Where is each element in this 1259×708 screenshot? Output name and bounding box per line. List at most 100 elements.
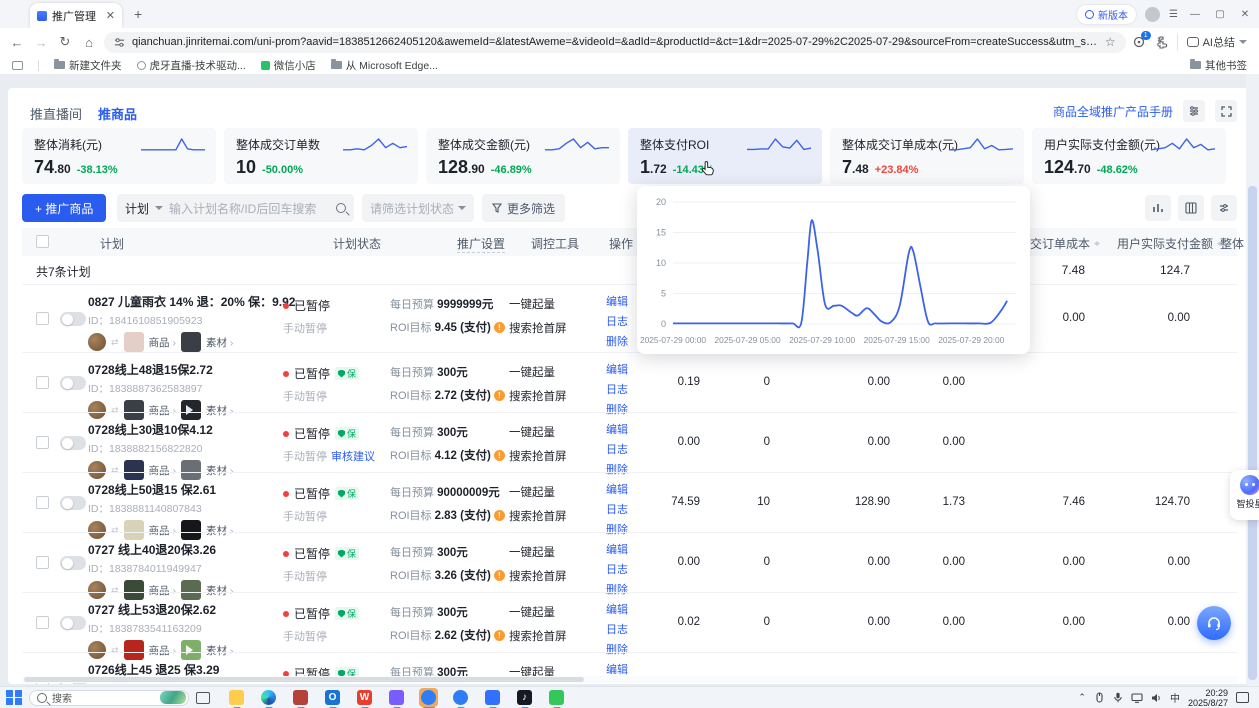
customer-service-button[interactable] [1197,606,1231,640]
action-link[interactable]: 删除 [594,333,640,349]
tab-promote-goods[interactable]: 推商品 [98,104,137,123]
product-link[interactable]: 商品 › [149,335,176,350]
warning-icon[interactable]: ! [494,570,505,581]
new-version-badge[interactable]: 新版本 [1077,5,1136,24]
mouse-device-icon[interactable] [1094,692,1105,703]
search-icon[interactable] [336,203,346,213]
taskbar-clock[interactable]: 20:29 2025/8/27 [1188,688,1228,708]
vertical-scrollbar[interactable] [1246,74,1259,686]
new-tab-button[interactable]: + [134,6,142,22]
column-settings-button[interactable] [1178,195,1204,221]
create-promotion-button[interactable]: + 推广商品 [22,194,106,222]
window-minimize-button[interactable]: — [1187,9,1203,20]
action-link[interactable]: 编辑 [594,481,640,497]
review-suggestion-link[interactable]: 审核建议 [331,451,375,463]
search-type-select[interactable]: 计划 [125,200,149,217]
tab-live-room[interactable]: 推直播间 [30,104,82,123]
taskbar-app-app-red[interactable] [291,688,310,707]
col-header-order-cost[interactable]: 交订单成本 [1030,235,1101,252]
product-thumbnail[interactable] [124,332,144,352]
taskbar-app-app-active-browser[interactable] [419,688,438,707]
forward-icon[interactable]: → [32,35,50,50]
plan-enable-toggle[interactable] [60,496,86,510]
taskbar-app-app-blue-square[interactable] [483,688,502,707]
extensions-icon[interactable] [1155,36,1168,49]
warning-icon[interactable]: ! [494,322,505,333]
plan-enable-toggle[interactable] [60,436,86,450]
scrollbar-thumb[interactable] [1248,186,1257,680]
warning-icon[interactable]: ! [494,510,505,521]
tool-link[interactable]: 一键起量 [509,484,567,500]
reload-icon[interactable]: ↻ [56,34,74,50]
warning-icon[interactable]: ! [494,390,505,401]
bookmark-item[interactable]: 虎牙直播-技术驱动... [137,58,246,73]
start-button[interactable] [6,690,22,706]
home-icon[interactable]: ⌂ [80,35,98,50]
plan-enable-toggle[interactable] [60,376,86,390]
metric-card[interactable]: 整体成交金额(元) 128.90 -46.89% [426,128,620,184]
bookmark-item[interactable]: 从 Microsoft Edge... [331,58,438,73]
action-link[interactable]: 编辑 [594,361,640,377]
taskbar-app-app-purple[interactable] [387,688,406,707]
material-thumbnail[interactable] [181,332,201,352]
tool-link[interactable]: 一键起量 [509,604,567,620]
window-close-button[interactable]: ✕ [1237,9,1253,20]
more-filters-button[interactable]: 更多筛选 [482,194,565,222]
action-link[interactable]: 编辑 [594,661,640,677]
plan-search-input[interactable]: 输入计划名称/ID后回车搜索 [169,200,330,217]
other-bookmarks-button[interactable]: 其他书签 [1205,58,1247,73]
row-checkbox[interactable] [36,556,49,569]
action-link[interactable]: 日志 [594,313,640,329]
assistant-widget[interactable]: 智投星 [1230,470,1259,520]
product-manual-link[interactable]: 商品全域推广产品手册 [1053,103,1173,120]
plan-enable-toggle[interactable] [60,556,86,570]
volume-icon[interactable] [1151,693,1162,703]
taskbar-app-app-green[interactable] [547,688,566,707]
tool-link[interactable]: 一键起量 [509,424,567,440]
action-link[interactable]: 编辑 [594,541,640,557]
taskbar-app-edge-browser[interactable] [259,688,278,707]
metric-card[interactable]: 整体支付ROI 1.72 -14.43% [628,128,822,184]
notification-center-icon[interactable] [1236,692,1249,703]
metric-card[interactable]: 用户实际支付金额(元) 124.70 -48.62% [1032,128,1226,184]
back-icon[interactable]: ← [8,35,26,50]
row-checkbox[interactable] [36,616,49,629]
row-checkbox[interactable] [36,496,49,509]
taskbar-app-wps-office[interactable]: W [355,688,374,707]
chart-toggle-button[interactable] [1145,195,1171,221]
metric-card[interactable]: 整体消耗(元) 74.80 -38.13% [22,128,216,184]
tool-link[interactable]: 一键起量 [509,296,567,312]
taskbar-app-outlook[interactable]: O [323,688,342,707]
plan-search-group[interactable]: 计划 输入计划名称/ID后回车搜索 [117,194,354,222]
action-link[interactable]: 编辑 [594,421,640,437]
plan-enable-toggle[interactable] [60,312,86,326]
sort-icon[interactable] [1093,238,1101,249]
warning-icon[interactable]: ! [494,450,505,461]
tool-link[interactable]: 搜索抢首屏 [509,320,567,336]
action-link[interactable]: 编辑 [594,601,640,617]
warning-icon[interactable]: ! [494,630,505,641]
action-link[interactable]: 编辑 [594,293,640,309]
taskbar-app-file-explorer[interactable] [227,688,246,707]
row-checkbox[interactable] [36,312,49,325]
tool-link[interactable]: 搜索抢首屏 [509,628,567,644]
task-view-button[interactable] [196,692,210,704]
bookmark-item[interactable]: 微信小店 [261,58,316,73]
horizontal-scrollbar[interactable] [22,676,1237,683]
microphone-icon[interactable] [1113,692,1123,703]
taskbar-app-douyin[interactable]: ♪ [515,688,534,707]
tool-link[interactable]: 一键起量 [509,544,567,560]
bookmark-star-icon[interactable]: ☆ [1105,35,1116,49]
ai-summary-button[interactable]: AI总结 [1177,34,1247,50]
metric-card[interactable]: 整体成交订单成本(元) 7.48 +23.84% [830,128,1024,184]
table-settings-button[interactable] [1211,195,1237,221]
window-maximize-button[interactable]: ▢ [1212,9,1228,20]
plan-enable-toggle[interactable] [60,616,86,630]
plan-status-filter[interactable]: 请筛选计划状态 [362,194,474,222]
site-settings-icon[interactable] [114,37,125,48]
metric-card[interactable]: 整体成交订单数 10 -50.00% [224,128,418,184]
material-link[interactable]: 素材 › [206,335,233,350]
bookmark-item[interactable]: 新建文件夹 [54,58,122,73]
taskbar-search[interactable]: 搜索 [29,690,189,706]
tray-expand-icon[interactable]: ⌃ [1078,692,1086,703]
